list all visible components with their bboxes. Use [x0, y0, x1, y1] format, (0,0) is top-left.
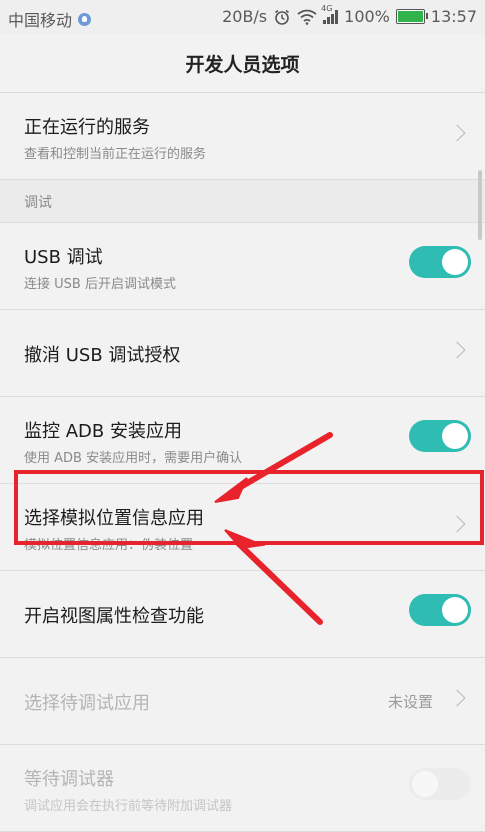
- battery-fill: [397, 11, 423, 22]
- highlight-box: [14, 470, 484, 545]
- alarm-icon: [275, 9, 290, 25]
- list-item-revoke-usb-auth[interactable]: 撤消 USB 调试授权: [0, 310, 485, 397]
- chevron-right-icon: [448, 689, 466, 707]
- toggle-knob: [442, 423, 468, 449]
- usb-debugging-toggle[interactable]: [409, 246, 471, 278]
- item-title: 监控 ADB 安装应用: [24, 421, 182, 442]
- status-right: 20B/s 4G 100% 13:57: [222, 4, 477, 27]
- clock: 13:57: [430, 7, 477, 26]
- item-value: 未设置: [387, 693, 433, 711]
- list-item-wait-for-debugger: 等待调试器 调试应用会在执行前等待附加调试器: [0, 745, 485, 832]
- battery-icon: [395, 9, 428, 24]
- item-title: USB 调试: [24, 247, 103, 268]
- item-title: 撤消 USB 调试授权: [24, 345, 181, 366]
- status-left: 中国移动: [8, 7, 92, 31]
- toggle-knob: [412, 771, 438, 797]
- scrollbar[interactable]: [478, 170, 482, 240]
- page-title: 开发人员选项: [185, 53, 300, 76]
- title-bar: 开发人员选项: [0, 34, 485, 93]
- chevron-right-icon: [448, 341, 466, 359]
- wifi-icon: [297, 9, 317, 25]
- chevron-right-icon: [448, 124, 466, 142]
- battery-percent: 100%: [344, 7, 390, 26]
- section-header-debug: 调试: [0, 180, 485, 223]
- settings-list[interactable]: 正在运行的服务 查看和控制当前正在运行的服务 调试 USB 调试 连接 USB …: [0, 93, 485, 832]
- signal-icon: 4G: [321, 4, 339, 24]
- list-item-running-services[interactable]: 正在运行的服务 查看和控制当前正在运行的服务: [0, 93, 485, 180]
- item-subtitle: 使用 ADB 安装应用时，需要用户确认: [24, 451, 243, 466]
- item-title: 等待调试器: [24, 769, 114, 790]
- section-title: 调试: [24, 195, 52, 211]
- item-subtitle: 调试应用会在执行前等待附加调试器: [24, 799, 233, 814]
- list-item-select-debug-app: 选择待调试应用 未设置: [0, 658, 485, 745]
- carrier-badge-icon: [78, 12, 92, 26]
- item-title: 开启视图属性检查功能: [24, 606, 204, 627]
- toggle-knob: [442, 249, 468, 275]
- net-speed: 20B/s: [222, 7, 268, 26]
- list-item-view-attribute-inspection[interactable]: 开启视图属性检查功能: [0, 571, 485, 658]
- status-bar: 中国移动 20B/s 4G 100% 13:57: [0, 0, 485, 34]
- list-item-usb-debugging[interactable]: USB 调试 连接 USB 后开启调试模式: [0, 223, 485, 310]
- adb-install-toggle[interactable]: [409, 420, 471, 452]
- item-title: 正在运行的服务: [24, 117, 150, 138]
- item-title: 选择待调试应用: [24, 693, 150, 714]
- carrier-name: 中国移动: [8, 11, 73, 30]
- toggle-knob: [442, 597, 468, 623]
- wait-debugger-toggle: [409, 768, 471, 800]
- view-attribute-toggle[interactable]: [409, 594, 471, 626]
- item-subtitle: 查看和控制当前正在运行的服务: [24, 147, 207, 162]
- item-subtitle: 连接 USB 后开启调试模式: [24, 277, 176, 292]
- network-type-label: 4G: [321, 3, 333, 13]
